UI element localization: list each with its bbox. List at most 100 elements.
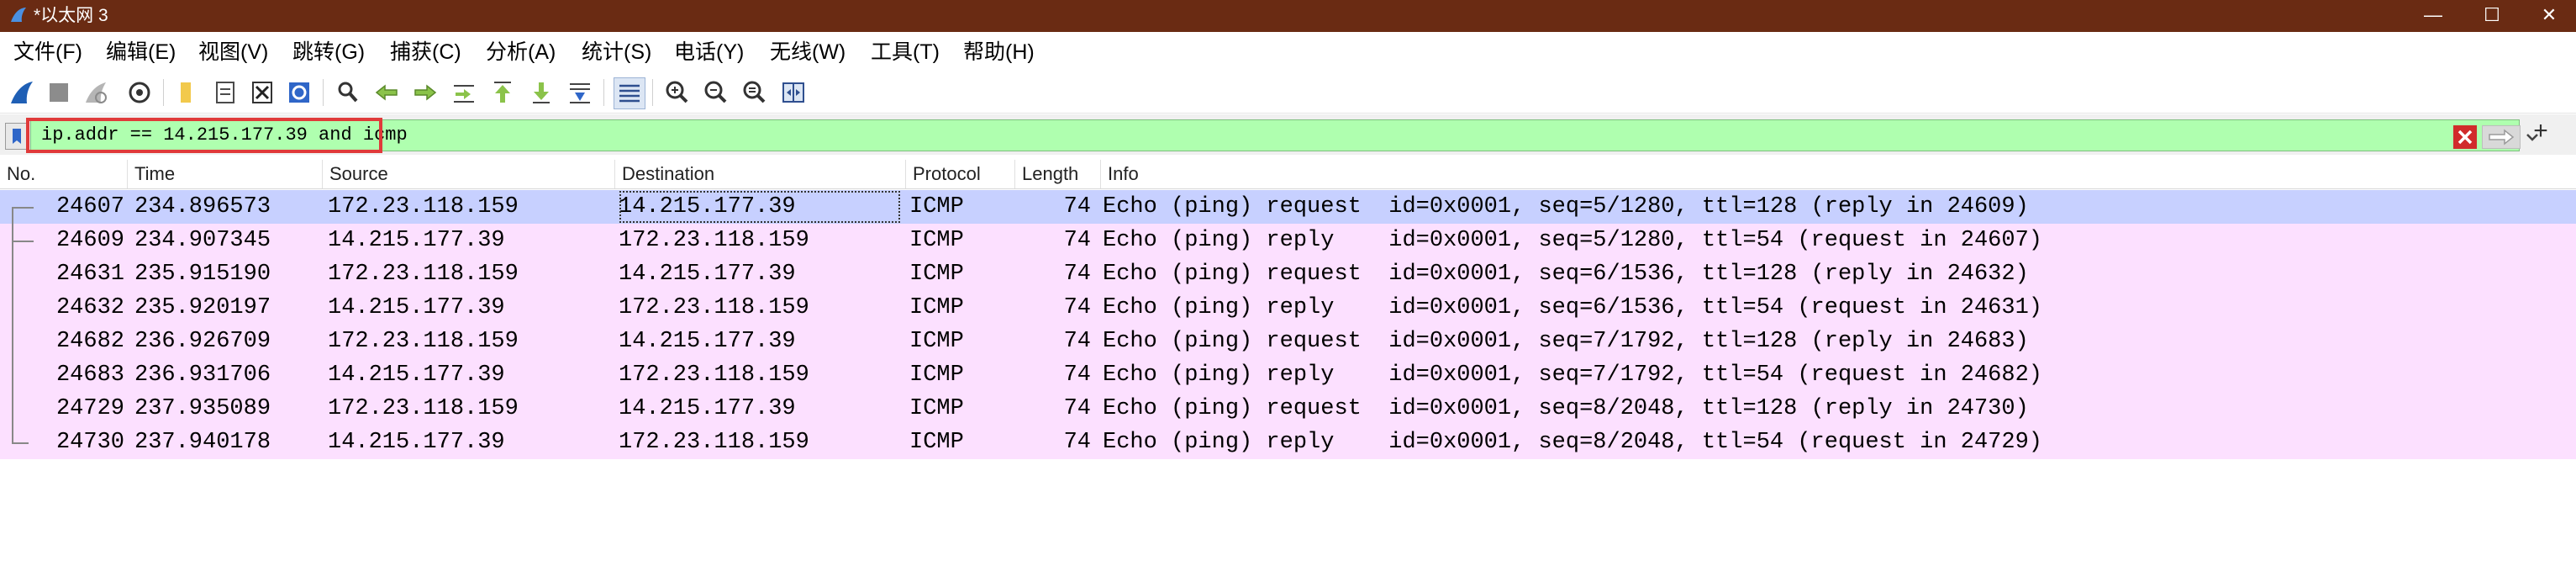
minimize-button[interactable]: — — [2404, 0, 2463, 32]
go-forward-icon[interactable] — [410, 77, 440, 108]
cell-no: 24631 — [55, 262, 124, 287]
table-row[interactable]: 24682 236.926709 172.23.118.159 14.215.1… — [0, 325, 2576, 358]
reload-file-icon[interactable] — [284, 77, 314, 108]
cell-time: 237.940178 — [134, 430, 271, 455]
display-filter-bar: ip.addr == 14.215.177.39 and icmp + — [0, 114, 2576, 155]
menu-tools[interactable]: 工具(T) — [871, 37, 940, 67]
related-reply-arrow-icon — [12, 241, 34, 242]
cell-info: Echo (ping) reply id=0x0001, seq=5/1280,… — [1103, 228, 2042, 253]
filter-bookmark-button[interactable] — [5, 123, 29, 150]
cell-source: 172.23.118.159 — [328, 262, 519, 287]
cell-no: 24682 — [55, 329, 124, 354]
cell-protocol: ICMP — [909, 262, 964, 287]
cell-destination: 14.215.177.39 — [619, 396, 796, 421]
cell-info: Echo (ping) reply id=0x0001, seq=8/2048,… — [1103, 430, 2042, 455]
arrow-right-icon — [2489, 129, 2515, 145]
cell-time: 235.920197 — [134, 295, 271, 320]
column-header-info[interactable]: Info — [1101, 160, 2576, 188]
stop-capture-icon[interactable] — [44, 77, 74, 108]
column-header-destination[interactable]: Destination — [615, 160, 906, 188]
save-file-icon[interactable] — [210, 77, 240, 108]
menu-go[interactable]: 跳转(G) — [292, 37, 365, 67]
filter-highlight-box — [26, 118, 382, 153]
related-end-marker — [12, 442, 29, 444]
cell-time: 237.935089 — [134, 396, 271, 421]
restart-capture-icon[interactable] — [81, 77, 111, 108]
cell-protocol: ICMP — [909, 228, 964, 253]
cell-info: Echo (ping) reply id=0x0001, seq=6/1536,… — [1103, 295, 2042, 320]
cell-length: 74 — [1063, 396, 1091, 421]
menu-analyze[interactable]: 分析(A) — [486, 37, 556, 67]
clear-filter-button[interactable] — [2453, 125, 2477, 149]
cell-destination: 172.23.118.159 — [619, 228, 809, 253]
menu-telephony[interactable]: 电话(Y) — [674, 37, 744, 67]
first-packet-icon[interactable] — [487, 77, 518, 108]
table-row[interactable]: 24631 235.915190 172.23.118.159 14.215.1… — [0, 257, 2576, 291]
table-row[interactable]: 24609 234.907345 14.215.177.39 172.23.11… — [0, 224, 2576, 257]
toolbar-separator — [323, 79, 324, 106]
add-filter-button[interactable]: + — [2528, 118, 2553, 145]
open-file-icon[interactable] — [173, 77, 203, 108]
cell-no: 24607 — [55, 194, 124, 220]
toolbar-separator — [652, 79, 653, 106]
column-header-source[interactable]: Source — [323, 160, 615, 188]
cell-no: 24683 — [55, 362, 124, 388]
colorize-icon[interactable] — [614, 77, 645, 109]
close-file-icon[interactable] — [247, 77, 277, 108]
zoom-out-icon[interactable] — [701, 77, 731, 108]
table-row[interactable]: 24632 235.920197 14.215.177.39 172.23.11… — [0, 291, 2576, 325]
table-row[interactable]: 24730 237.940178 14.215.177.39 172.23.11… — [0, 426, 2576, 459]
close-window-button[interactable]: ✕ — [2520, 0, 2576, 32]
cell-info: Echo (ping) request id=0x0001, seq=7/179… — [1103, 329, 2029, 354]
cell-source: 14.215.177.39 — [328, 430, 505, 455]
shark-fin-start-icon[interactable] — [7, 77, 37, 108]
display-filter-input[interactable]: ip.addr == 14.215.177.39 and icmp — [30, 119, 2538, 151]
menu-file[interactable]: 文件(F) — [13, 37, 82, 67]
related-packet-line — [12, 207, 13, 444]
cell-protocol: ICMP — [909, 329, 964, 354]
zoom-in-icon[interactable] — [662, 77, 693, 108]
cell-no: 24730 — [55, 430, 124, 455]
go-to-packet-icon[interactable] — [449, 77, 479, 108]
toolbar-separator — [603, 79, 604, 106]
menu-edit[interactable]: 编辑(E) — [106, 37, 176, 67]
cell-length: 74 — [1063, 262, 1091, 287]
menu-capture[interactable]: 捕获(C) — [390, 37, 461, 67]
cell-protocol: ICMP — [909, 430, 964, 455]
column-header-no[interactable]: No. — [0, 160, 128, 188]
column-header-length[interactable]: Length — [1015, 160, 1101, 188]
cell-no: 24632 — [55, 295, 124, 320]
cell-length: 74 — [1063, 362, 1091, 388]
table-row[interactable]: 24607 234.896573 172.23.118.159 14.215.1… — [0, 190, 2576, 224]
cell-source: 14.215.177.39 — [328, 295, 505, 320]
table-row[interactable]: 24729 237.935089 172.23.118.159 14.215.1… — [0, 392, 2576, 426]
close-icon — [2457, 130, 2473, 145]
auto-scroll-icon[interactable] — [565, 77, 595, 108]
menu-help[interactable]: 帮助(H) — [963, 37, 1035, 67]
apply-filter-button[interactable] — [2482, 125, 2521, 149]
menu-statistics[interactable]: 统计(S) — [582, 37, 651, 67]
go-back-icon[interactable] — [371, 77, 402, 108]
menu-view[interactable]: 视图(V) — [198, 37, 268, 67]
normal-size-icon[interactable] — [740, 77, 770, 108]
window-title: *以太网 3 — [34, 6, 108, 25]
find-packet-icon[interactable] — [333, 77, 363, 108]
cell-time: 234.907345 — [134, 228, 271, 253]
column-header-time[interactable]: Time — [128, 160, 323, 188]
maximize-button[interactable]: ☐ — [2463, 0, 2521, 32]
cell-source: 172.23.118.159 — [328, 194, 519, 220]
cell-destination: 14.215.177.39 — [619, 190, 901, 224]
column-header-protocol[interactable]: Protocol — [906, 160, 1015, 188]
cell-info: Echo (ping) reply id=0x0001, seq=7/1792,… — [1103, 362, 2042, 388]
cell-destination: 172.23.118.159 — [619, 362, 809, 388]
cell-protocol: ICMP — [909, 362, 964, 388]
cell-info: Echo (ping) request id=0x0001, seq=6/153… — [1103, 262, 2029, 287]
cell-no: 24609 — [55, 228, 124, 253]
menu-wireless[interactable]: 无线(W) — [770, 37, 845, 67]
capture-options-icon[interactable] — [124, 77, 155, 108]
table-row[interactable]: 24683 236.931706 14.215.177.39 172.23.11… — [0, 358, 2576, 392]
resize-columns-icon[interactable] — [778, 77, 809, 108]
last-packet-icon[interactable] — [526, 77, 556, 108]
cell-destination: 172.23.118.159 — [619, 295, 809, 320]
wireshark-fin-icon — [11, 8, 26, 22]
